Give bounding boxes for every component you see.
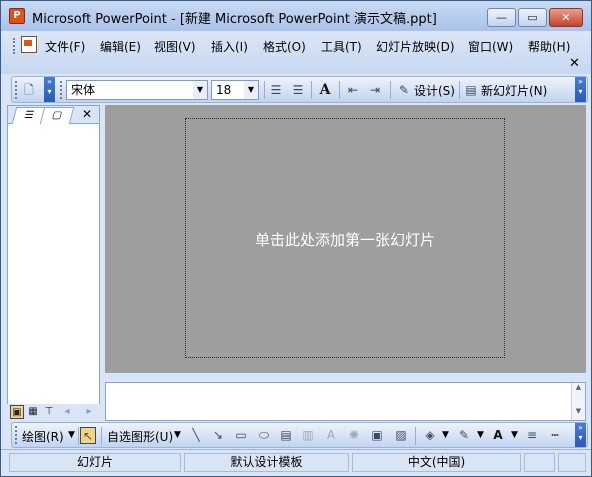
textbox-icon[interactable]: ▤ xyxy=(278,427,294,444)
toolbar-separator xyxy=(264,81,265,99)
drawing-toolbar: 绘图(R) ▼ ↖ 自选图形(U) ▼ ╲ ↘ ▭ ⬭ ▤ ▥ A ✺ ▣ ▨ … xyxy=(11,422,588,448)
slide-sorter-view-icon[interactable]: ▦ xyxy=(26,405,40,419)
powerpoint-window: P Microsoft PowerPoint - [新建 Microsoft P… xyxy=(0,0,592,477)
document-icon[interactable] xyxy=(21,36,37,53)
menu-grip[interactable] xyxy=(13,38,16,54)
tab-slides[interactable]: ▢ xyxy=(39,107,75,124)
minimize-button[interactable]: — xyxy=(487,8,516,27)
wordart-icon[interactable]: A xyxy=(323,427,339,444)
new-file-icon[interactable]: 🗋 xyxy=(21,81,37,99)
font-size-combo[interactable]: 18 ▼ xyxy=(211,80,259,100)
chevron-down-icon[interactable]: ▼ xyxy=(174,430,181,440)
status-language: 中文(中国) xyxy=(352,453,521,472)
outline-slides-pane: ☰ ▢ ✕ xyxy=(7,105,100,421)
scroll-right-icon[interactable]: ▸ xyxy=(82,405,96,419)
clipart-icon[interactable]: ▣ xyxy=(369,427,385,444)
toolbar-separator xyxy=(390,81,391,99)
scroll-left-icon[interactable]: ◂ xyxy=(60,405,74,419)
normal-view-icon[interactable]: ▣ xyxy=(10,405,24,419)
toolbar-grip[interactable] xyxy=(60,81,63,99)
slide-workspace: 单击此处添加第一张幻灯片 xyxy=(105,105,586,372)
toolbar-separator xyxy=(311,81,312,99)
pane-close-icon[interactable]: ✕ xyxy=(82,107,92,121)
toolbar-grip[interactable] xyxy=(15,81,18,99)
decrease-indent-icon[interactable]: ⇤ xyxy=(345,81,361,99)
increase-indent-icon[interactable]: ⇥ xyxy=(367,81,383,99)
design-button[interactable]: 设计(S) xyxy=(414,82,455,99)
vertical-scrollbar[interactable] xyxy=(587,105,591,421)
menu-tools[interactable]: 工具(T) xyxy=(321,38,362,55)
select-objects-icon[interactable]: ↖ xyxy=(80,427,96,444)
numbered-list-icon[interactable]: ☰ xyxy=(268,81,284,99)
diagram-icon[interactable]: ✺ xyxy=(346,427,362,444)
toolbar-separator xyxy=(78,427,79,445)
close-button[interactable]: ✕ xyxy=(549,8,583,27)
vertical-textbox-icon[interactable]: ▥ xyxy=(300,427,316,444)
toolbar-separator xyxy=(339,81,340,99)
font-name-combo[interactable]: 宋体 ▼ xyxy=(66,80,208,100)
toolbar-options-chevron[interactable]: » ▾ xyxy=(575,77,586,102)
status-spare-cell xyxy=(524,453,555,472)
arrow-icon[interactable]: ↘ xyxy=(210,427,226,444)
fill-color-icon[interactable]: ◈ xyxy=(422,427,438,444)
picture-icon[interactable]: ▨ xyxy=(393,427,409,444)
status-slide-indicator: 幻灯片 xyxy=(9,453,181,472)
oval-icon[interactable]: ⬭ xyxy=(256,427,272,444)
notes-splitter[interactable] xyxy=(105,372,586,382)
draw-menu-button[interactable]: 绘图(R) xyxy=(22,428,64,445)
status-bar: 幻灯片 默认设计模板 中文(中国) xyxy=(1,449,591,476)
toolbar-options-chevron[interactable]: » ▾ xyxy=(44,77,55,102)
menu-file[interactable]: 文件(F) xyxy=(45,38,85,55)
toolbar-grip[interactable] xyxy=(15,426,18,444)
chevron-down-icon[interactable]: ▼ xyxy=(477,430,484,440)
menu-insert[interactable]: 插入(I) xyxy=(211,38,248,55)
notes-pane[interactable]: ▲ ▼ xyxy=(105,382,586,421)
toolbar-separator xyxy=(101,427,102,445)
menu-view[interactable]: 视图(V) xyxy=(154,38,196,55)
menu-edit[interactable]: 编辑(E) xyxy=(100,38,141,55)
menu-window[interactable]: 窗口(W) xyxy=(468,38,513,55)
slide-placeholder[interactable]: 单击此处添加第一张幻灯片 xyxy=(185,118,505,358)
dash-style-icon[interactable]: ┅ xyxy=(547,427,563,444)
autoshapes-button[interactable]: 自选图形(U) xyxy=(107,428,173,445)
toolbar-options-chevron[interactable]: » ▾ xyxy=(575,423,586,447)
line-color-icon[interactable]: ✎ xyxy=(456,427,472,444)
maximize-button[interactable]: ▭ xyxy=(518,8,547,27)
chevron-down-icon[interactable]: ▼ xyxy=(244,81,258,99)
toolbar-separator xyxy=(459,81,460,99)
chevron-down-icon[interactable]: ▼ xyxy=(442,430,449,440)
status-spare-cell xyxy=(558,453,586,472)
design-icon[interactable]: ✎ xyxy=(396,81,412,99)
notes-scrollbar[interactable]: ▲ ▼ xyxy=(571,383,585,420)
font-color-icon[interactable]: A xyxy=(490,427,506,444)
line-style-icon[interactable]: ≡ xyxy=(524,427,540,444)
increase-font-size-icon[interactable]: A xyxy=(317,81,333,99)
rectangle-icon[interactable]: ▭ xyxy=(233,427,249,444)
toolbar-separator xyxy=(415,427,416,445)
menu-slideshow[interactable]: 幻灯片放映(D) xyxy=(376,38,455,55)
chevron-down-icon[interactable]: ▼ xyxy=(511,430,518,440)
line-icon[interactable]: ╲ xyxy=(188,427,204,444)
view-buttons-bar: ▣ ▦ ⊤ ◂ ▸ xyxy=(7,404,100,421)
slideshow-view-icon[interactable]: ⊤ xyxy=(42,405,56,419)
formatting-toolbar: 🗋 » ▾ 宋体 ▼ 18 ▼ ☰ ☰ A ⇤ ⇥ ✎ 设计(S) ▤ 新幻灯片(… xyxy=(11,76,588,103)
font-name-value: 宋体 xyxy=(71,83,96,97)
chevron-down-icon[interactable]: ▼ xyxy=(68,430,75,440)
status-design-template[interactable]: 默认设计模板 xyxy=(184,453,349,472)
bullet-list-icon[interactable]: ☰ xyxy=(290,81,306,99)
chevron-down-icon[interactable]: ▼ xyxy=(193,81,207,99)
new-slide-icon[interactable]: ▤ xyxy=(463,81,479,99)
menu-format[interactable]: 格式(O) xyxy=(263,38,306,55)
pane-tab-strip: ☰ ▢ ✕ xyxy=(8,106,99,124)
font-size-value: 18 xyxy=(216,83,232,97)
menu-help[interactable]: 帮助(H) xyxy=(528,38,570,55)
window-title: Microsoft PowerPoint - [新建 Microsoft Pow… xyxy=(32,12,437,27)
new-slide-button[interactable]: 新幻灯片(N) xyxy=(481,82,547,99)
powerpoint-app-icon[interactable]: P xyxy=(9,8,25,24)
document-close-button[interactable]: ✕ xyxy=(569,56,580,71)
title-bar[interactable]: P Microsoft PowerPoint - [新建 Microsoft P… xyxy=(1,1,591,31)
slide-placeholder-text: 单击此处添加第一张幻灯片 xyxy=(254,231,435,249)
